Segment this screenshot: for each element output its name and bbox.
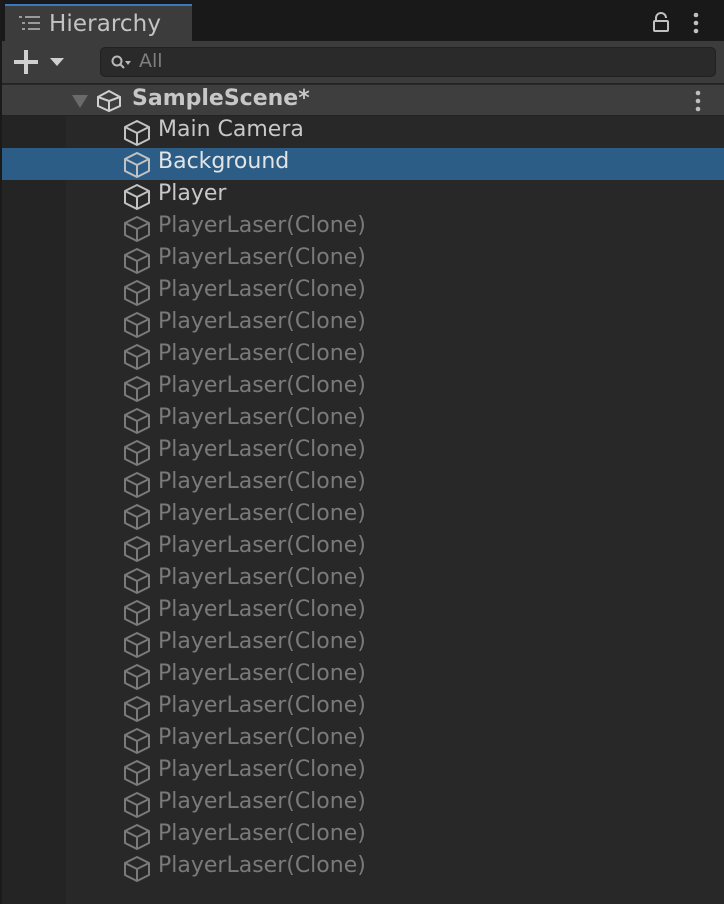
gameobject-label: Main Camera <box>158 117 304 142</box>
lock-icon[interactable] <box>652 12 670 32</box>
kebab-menu-icon[interactable] <box>692 12 700 34</box>
gameobject-cube-icon <box>122 343 152 375</box>
gameobject-cube-icon <box>122 439 152 471</box>
gameobject-label: PlayerLaser(Clone) <box>158 661 366 686</box>
gameobject-label: PlayerLaser(Clone) <box>158 565 366 590</box>
unity-icon <box>97 89 121 113</box>
gameobject-label: PlayerLaser(Clone) <box>158 693 366 718</box>
gameobject-cube-icon <box>122 311 152 343</box>
gameobject-cube-icon <box>122 663 152 695</box>
gameobject-label: PlayerLaser(Clone) <box>158 533 366 558</box>
scene-menu-icon[interactable] <box>694 90 702 112</box>
gameobject-cube-icon <box>122 215 152 247</box>
gameobject-label: PlayerLaser(Clone) <box>158 469 366 494</box>
gameobject-cube-icon <box>122 599 152 631</box>
gameobject-cube-icon <box>122 183 152 215</box>
hierarchy-row[interactable]: Player <box>2 180 724 212</box>
gameobject-cube-icon <box>122 631 152 663</box>
gameobject-cube-icon <box>122 535 152 567</box>
gameobject-label: PlayerLaser(Clone) <box>158 213 366 238</box>
gameobject-cube-icon <box>122 279 152 311</box>
hierarchy-row[interactable]: PlayerLaser(Clone) <box>2 628 724 660</box>
gameobject-label: PlayerLaser(Clone) <box>158 789 366 814</box>
tab-bar: Hierarchy <box>2 0 724 42</box>
gameobject-label: PlayerLaser(Clone) <box>158 853 366 878</box>
hierarchy-row[interactable]: PlayerLaser(Clone) <box>2 756 724 788</box>
scene-header[interactable]: SampleScene* <box>2 85 724 116</box>
gameobject-label: PlayerLaser(Clone) <box>158 245 366 270</box>
hierarchy-row[interactable]: Main Camera <box>2 116 724 148</box>
gameobject-cube-icon <box>122 823 152 855</box>
gameobject-label: PlayerLaser(Clone) <box>158 373 366 398</box>
caret-down-icon <box>50 58 64 66</box>
gameobject-label: PlayerLaser(Clone) <box>158 597 366 622</box>
gameobject-label: PlayerLaser(Clone) <box>158 725 366 750</box>
gameobject-label: Player <box>158 181 227 206</box>
gameobject-cube-icon <box>122 791 152 823</box>
gameobject-label: PlayerLaser(Clone) <box>158 757 366 782</box>
hierarchy-row[interactable]: PlayerLaser(Clone) <box>2 340 724 372</box>
gameobject-cube-icon <box>122 151 152 183</box>
hierarchy-row[interactable]: PlayerLaser(Clone) <box>2 692 724 724</box>
hierarchy-row[interactable]: PlayerLaser(Clone) <box>2 404 724 436</box>
gameobject-cube-icon <box>122 407 152 439</box>
hierarchy-row[interactable]: PlayerLaser(Clone) <box>2 372 724 404</box>
gameobject-label: PlayerLaser(Clone) <box>158 629 366 654</box>
gameobject-cube-icon <box>122 855 152 887</box>
toolbar: All <box>2 41 724 84</box>
gameobject-cube-icon <box>122 727 152 759</box>
hierarchy-row[interactable]: PlayerLaser(Clone) <box>2 596 724 628</box>
hierarchy-row[interactable]: Background <box>2 148 724 180</box>
hierarchy-row[interactable]: PlayerLaser(Clone) <box>2 532 724 564</box>
hierarchy-row[interactable]: PlayerLaser(Clone) <box>2 244 724 276</box>
tab-title: Hierarchy <box>49 11 162 37</box>
add-button[interactable] <box>14 49 70 75</box>
hierarchy-row[interactable]: PlayerLaser(Clone) <box>2 852 724 884</box>
hierarchy-row[interactable]: PlayerLaser(Clone) <box>2 564 724 596</box>
object-list: Main Camera Background Player PlayerLaser(C… <box>2 116 724 884</box>
hierarchy-panel: Hierarchy All SampleScene* Main Camera B… <box>2 0 724 904</box>
gameobject-cube-icon <box>122 471 152 503</box>
gameobject-cube-icon <box>122 375 152 407</box>
hierarchy-row[interactable]: PlayerLaser(Clone) <box>2 212 724 244</box>
gameobject-cube-icon <box>122 567 152 599</box>
hierarchy-row[interactable]: PlayerLaser(Clone) <box>2 276 724 308</box>
gameobject-cube-icon <box>122 503 152 535</box>
hierarchy-row[interactable]: PlayerLaser(Clone) <box>2 436 724 468</box>
scene-name: SampleScene* <box>132 86 310 111</box>
expand-arrow-icon[interactable] <box>72 95 88 109</box>
gameobject-cube-icon <box>122 247 152 279</box>
gameobject-cube-icon <box>122 695 152 727</box>
hierarchy-row[interactable]: PlayerLaser(Clone) <box>2 660 724 692</box>
list-icon <box>19 16 40 30</box>
hierarchy-row[interactable]: PlayerLaser(Clone) <box>2 308 724 340</box>
gameobject-label: PlayerLaser(Clone) <box>158 405 366 430</box>
gameobject-label: PlayerLaser(Clone) <box>158 821 366 846</box>
hierarchy-row[interactable]: PlayerLaser(Clone) <box>2 724 724 756</box>
gameobject-label: PlayerLaser(Clone) <box>158 341 366 366</box>
hierarchy-row[interactable]: PlayerLaser(Clone) <box>2 468 724 500</box>
search-field[interactable]: All <box>100 47 716 77</box>
search-placeholder: All <box>139 50 163 72</box>
gameobject-label: Background <box>158 149 290 174</box>
hierarchy-row[interactable]: PlayerLaser(Clone) <box>2 820 724 852</box>
tab-hierarchy[interactable]: Hierarchy <box>5 4 192 41</box>
gameobject-label: PlayerLaser(Clone) <box>158 309 366 334</box>
hierarchy-row[interactable]: PlayerLaser(Clone) <box>2 500 724 532</box>
gameobject-label: PlayerLaser(Clone) <box>158 277 366 302</box>
hierarchy-row[interactable]: PlayerLaser(Clone) <box>2 788 724 820</box>
search-icon <box>111 55 131 69</box>
gameobject-label: PlayerLaser(Clone) <box>158 501 366 526</box>
gameobject-label: PlayerLaser(Clone) <box>158 437 366 462</box>
gameobject-cube-icon <box>122 759 152 791</box>
gameobject-cube-icon <box>122 119 152 151</box>
